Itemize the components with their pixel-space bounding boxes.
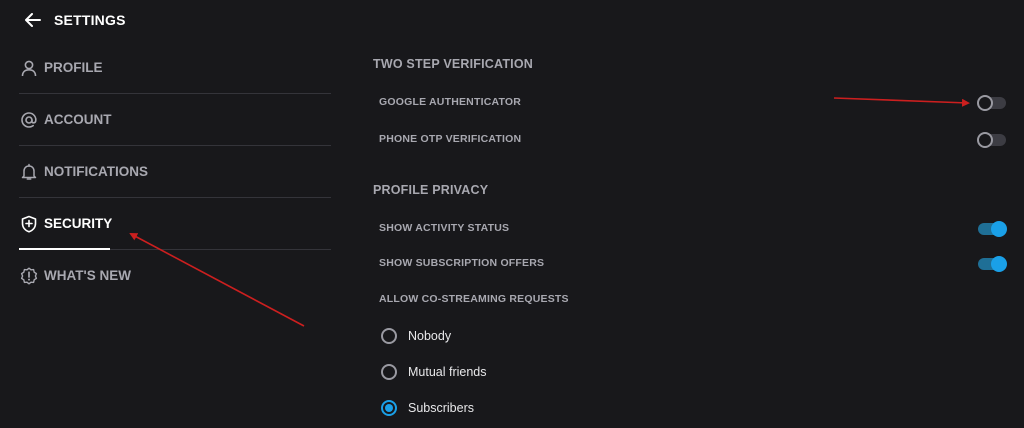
shield-icon <box>19 214 39 234</box>
toggle-knob <box>991 221 1007 237</box>
at-sign-icon <box>19 110 39 130</box>
settings-sidebar: PROFILE ACCOUNT NOTIFICATIONS SECURITY W… <box>19 42 331 301</box>
toggle-knob <box>977 95 993 111</box>
radio-option-nobody[interactable]: Nobody <box>381 328 451 344</box>
sidebar-item-security[interactable]: SECURITY <box>19 198 331 250</box>
phone-otp-toggle[interactable] <box>977 132 1006 148</box>
sidebar-item-whats-new[interactable]: WHAT'S NEW <box>19 250 331 301</box>
sidebar-item-label: SECURITY <box>44 216 113 231</box>
show-subscription-offers-toggle[interactable] <box>978 256 1007 272</box>
page-title: SETTINGS <box>54 12 126 28</box>
sidebar-item-label: PROFILE <box>44 60 103 75</box>
sidebar-item-notifications[interactable]: NOTIFICATIONS <box>19 146 331 198</box>
radio-option-label: Subscribers <box>408 401 474 415</box>
arrow-left-icon[interactable] <box>24 11 42 29</box>
two-step-verification-title: TWO STEP VERIFICATION <box>373 57 533 71</box>
sidebar-item-label: ACCOUNT <box>44 112 112 127</box>
radio-button[interactable] <box>381 364 397 380</box>
radio-option-label: Nobody <box>408 329 452 343</box>
show-activity-status-toggle[interactable] <box>978 221 1007 237</box>
radio-option-mutual-friends[interactable]: Mutual friends <box>381 364 487 380</box>
sidebar-item-profile[interactable]: PROFILE <box>19 42 331 94</box>
toggle-knob <box>977 132 993 148</box>
radio-option-subscribers[interactable]: Subscribers <box>381 400 474 416</box>
bell-icon <box>19 162 39 182</box>
profile-privacy-title: PROFILE PRIVACY <box>373 183 489 197</box>
radio-option-label: Mutual friends <box>408 365 487 379</box>
person-icon <box>19 58 39 78</box>
show-subscription-offers-label: SHOW SUBSCRIPTION OFFERS <box>379 257 545 269</box>
toggle-knob <box>991 256 1007 272</box>
google-authenticator-toggle[interactable] <box>977 95 1006 111</box>
radio-button[interactable] <box>381 400 397 416</box>
show-activity-status-label: SHOW ACTIVITY STATUS <box>379 222 510 234</box>
sidebar-item-label: NOTIFICATIONS <box>44 164 148 179</box>
sidebar-item-label: WHAT'S NEW <box>44 268 131 283</box>
sidebar-item-account[interactable]: ACCOUNT <box>19 94 331 146</box>
alert-badge-icon <box>19 266 39 286</box>
google-authenticator-label: GOOGLE AUTHENTICATOR <box>379 96 522 108</box>
radio-button[interactable] <box>381 328 397 344</box>
co-streaming-requests-label: ALLOW CO-STREAMING REQUESTS <box>379 293 569 305</box>
settings-header: SETTINGS <box>24 10 126 30</box>
phone-otp-label: PHONE OTP VERIFICATION <box>379 133 522 145</box>
annotation-arrow-google-authenticator <box>833 97 970 107</box>
